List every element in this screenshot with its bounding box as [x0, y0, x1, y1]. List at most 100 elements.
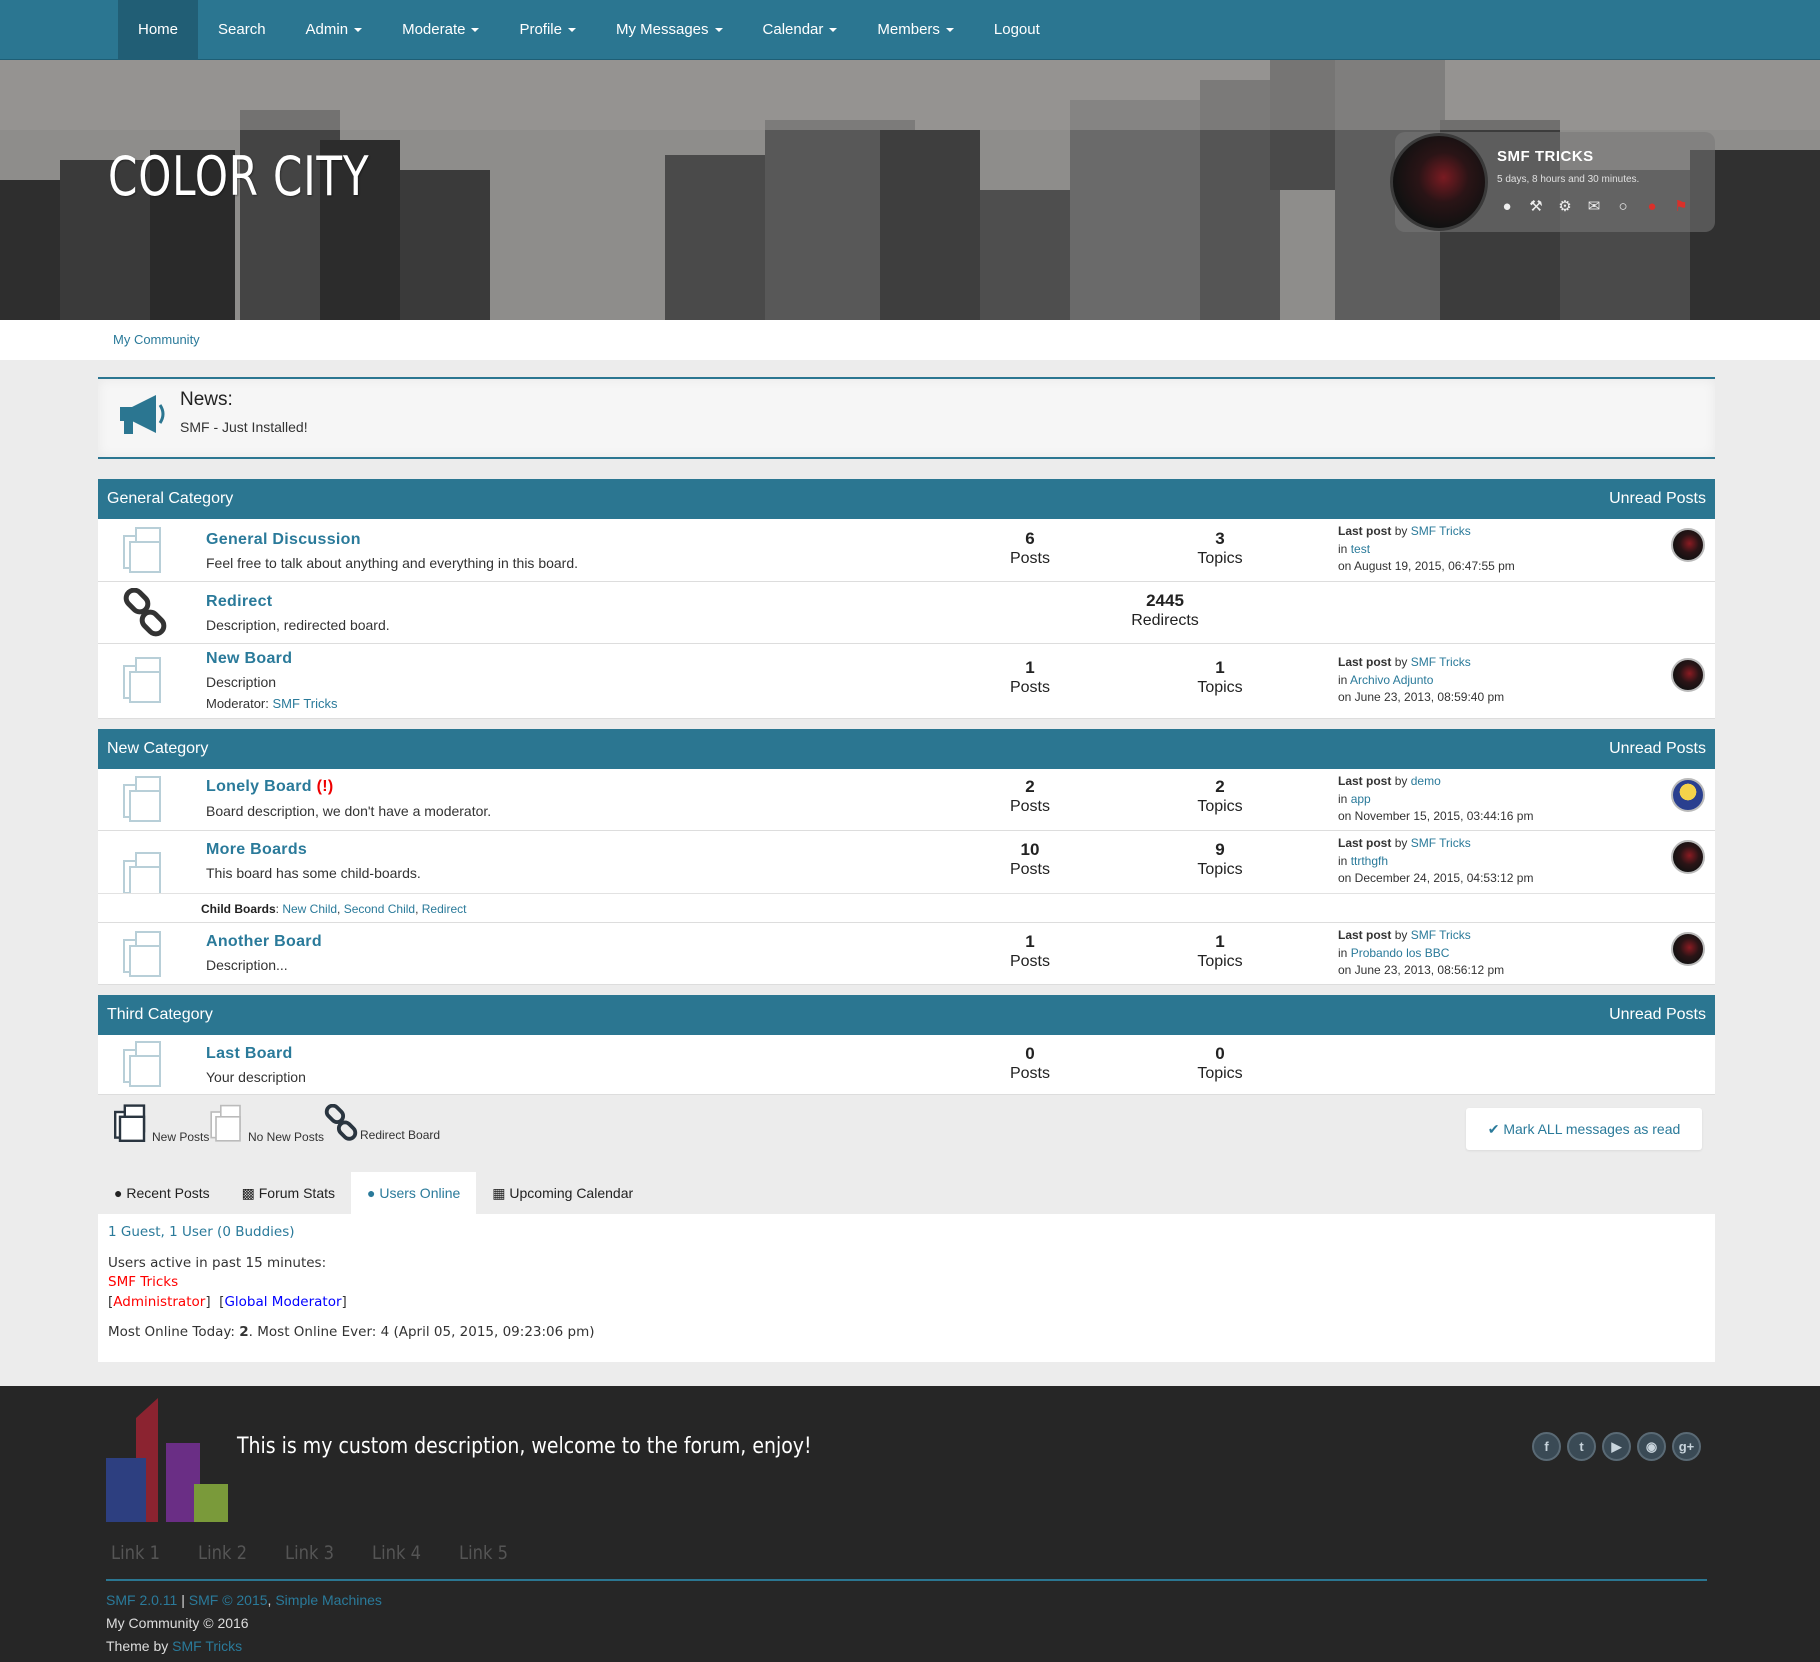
footer-link[interactable]: Link 4: [372, 1542, 421, 1564]
chat-icon[interactable]: ○: [1613, 198, 1633, 216]
smf-copyright-link[interactable]: SMF © 2015: [189, 1592, 268, 1608]
flag-icon[interactable]: ⚑: [1671, 198, 1691, 216]
last-post-user-link[interactable]: SMF Tricks: [1411, 928, 1471, 942]
unread-posts-link[interactable]: Unread Posts: [1609, 1006, 1706, 1024]
moderator-link[interactable]: SMF Tricks: [273, 696, 338, 711]
facebook-icon[interactable]: f: [1532, 1432, 1561, 1461]
last-poster-avatar[interactable]: [1671, 840, 1705, 874]
nav-my-messages[interactable]: My Messages: [596, 0, 743, 60]
site-title[interactable]: COLOR CITY: [108, 145, 369, 208]
topics-label: Topics: [1197, 679, 1243, 696]
nav-logout[interactable]: Logout: [974, 0, 1060, 60]
tab-forum-stats[interactable]: ▩ Forum Stats: [226, 1172, 351, 1214]
mark-all-read-label: Mark ALL messages as read: [1503, 1121, 1681, 1137]
category-name[interactable]: General Category: [107, 490, 233, 508]
child-board-link[interactable]: Redirect: [422, 902, 467, 916]
last-post-user-link[interactable]: demo: [1411, 774, 1441, 788]
last-post-topic-link[interactable]: Probando los BBC: [1351, 946, 1450, 960]
footer-link[interactable]: Link 5: [459, 1542, 508, 1564]
no-new-posts-icon: [123, 931, 161, 977]
last-post-in: in: [1338, 853, 1348, 868]
last-poster-avatar[interactable]: [1671, 658, 1705, 692]
last-post-topic-link[interactable]: app: [1351, 792, 1371, 806]
last-post-in: in: [1338, 541, 1348, 556]
child-board-link[interactable]: Second Child: [344, 902, 415, 916]
board-description: Feel free to talk about anything and eve…: [206, 555, 579, 571]
board-name[interactable]: General Discussion: [206, 531, 361, 549]
mark-all-read-button[interactable]: ✔ Mark ALL messages as read: [1466, 1108, 1702, 1150]
last-post-user-link[interactable]: SMF Tricks: [1411, 524, 1471, 538]
tab-forum-stats-label: Forum Stats: [258, 1185, 335, 1201]
last-post-info: Last post by SMF Tricks in Archivo Adjun…: [1338, 654, 1504, 707]
board-name[interactable]: More Boards: [206, 841, 307, 859]
last-poster-avatar[interactable]: [1671, 932, 1705, 966]
board-row-more-boards: More Boards This board has some child-bo…: [98, 831, 1715, 898]
profile-icon[interactable]: ●: [1497, 198, 1517, 216]
nav-search[interactable]: Search: [198, 0, 286, 60]
messages-icon[interactable]: ✉: [1584, 198, 1604, 216]
youtube-icon[interactable]: ▶: [1602, 1432, 1631, 1461]
board-name[interactable]: New Board: [206, 650, 292, 668]
bar-chart-icon: ▩: [241, 1185, 255, 1201]
online-summary-link[interactable]: 1 Guest, 1 User (0 Buddies): [108, 1224, 295, 1240]
members-icon[interactable]: ●: [1642, 198, 1662, 216]
board-name[interactable]: Another Board: [206, 933, 322, 951]
category-name[interactable]: New Category: [107, 740, 208, 758]
nav-home[interactable]: Home: [118, 0, 199, 60]
twitter-icon[interactable]: t: [1567, 1432, 1596, 1461]
last-poster-avatar[interactable]: [1671, 778, 1705, 812]
footer-link[interactable]: Link 3: [285, 1542, 334, 1564]
board-row-redirect: Redirect Description, redirected board. …: [98, 582, 1715, 644]
online-user-link[interactable]: SMF Tricks: [108, 1274, 178, 1290]
group-administrator-link[interactable]: Administrator: [113, 1294, 205, 1310]
posts-label: Posts: [1009, 1065, 1050, 1082]
tab-recent-posts[interactable]: ● Recent Posts: [98, 1172, 226, 1214]
nav-moderate[interactable]: Moderate: [382, 0, 499, 60]
tab-users-online[interactable]: ● Users Online: [351, 1172, 477, 1214]
last-post-info: Last post by SMF Tricks in ttrthgfh on D…: [1338, 835, 1533, 888]
no-new-posts-icon: [123, 527, 161, 573]
last-post-topic-link[interactable]: test: [1351, 542, 1370, 556]
last-post-topic-link[interactable]: Archivo Adjunto: [1350, 673, 1433, 687]
board-description: Description, redirected board.: [206, 617, 390, 633]
child-board-link[interactable]: New Child: [282, 902, 337, 916]
topics-count: 1: [1215, 658, 1225, 677]
last-post-user-link[interactable]: SMF Tricks: [1411, 836, 1471, 850]
last-post-user-link[interactable]: SMF Tricks: [1411, 655, 1471, 669]
redirect-link-icon: [324, 1103, 358, 1141]
category-header-general: General Category Unread Posts: [98, 479, 1715, 519]
board-name[interactable]: Last Board: [206, 1045, 293, 1063]
breadcrumb-item-my-community[interactable]: My Community: [113, 332, 200, 347]
footer-link[interactable]: Link 2: [198, 1542, 247, 1564]
google-plus-icon[interactable]: g+: [1672, 1432, 1701, 1461]
nav-profile[interactable]: Profile: [499, 0, 596, 60]
wrench-icon[interactable]: ⚒: [1526, 198, 1546, 216]
category-name[interactable]: Third Category: [107, 1006, 213, 1024]
last-post-label: Last post: [1338, 524, 1392, 538]
tab-upcoming-calendar[interactable]: ▦ Upcoming Calendar: [476, 1172, 649, 1214]
instagram-icon[interactable]: ◉: [1637, 1432, 1666, 1461]
unread-posts-link[interactable]: Unread Posts: [1609, 740, 1706, 758]
smf-version-link[interactable]: SMF 2.0.11: [106, 1592, 177, 1608]
settings-icon[interactable]: ⚙: [1555, 198, 1575, 216]
last-post-by: by: [1394, 655, 1408, 669]
board-name[interactable]: Redirect: [206, 593, 272, 611]
last-post-topic-link[interactable]: ttrthgfh: [1351, 854, 1388, 868]
no-new-posts-icon: [210, 1104, 241, 1142]
board-title: Lonely Board (!): [206, 778, 333, 796]
user-name[interactable]: SMF TRICKS: [1497, 148, 1594, 165]
nav-moderate-label: Moderate: [402, 21, 466, 38]
nav-admin[interactable]: Admin: [286, 0, 383, 60]
group-global-moderator-link[interactable]: Global Moderator: [224, 1294, 341, 1310]
last-post-date: on December 24, 2015, 04:53:12 pm: [1338, 871, 1534, 885]
theme-author-link[interactable]: SMF Tricks: [172, 1638, 242, 1654]
board-name[interactable]: Lonely Board: [206, 778, 312, 795]
footer-link[interactable]: Link 1: [111, 1542, 160, 1564]
nav-members[interactable]: Members: [857, 0, 974, 60]
last-poster-avatar[interactable]: [1671, 528, 1705, 562]
user-avatar[interactable]: [1390, 133, 1488, 231]
board-topics: 0 Topics: [1160, 1043, 1280, 1083]
simple-machines-link[interactable]: Simple Machines: [275, 1592, 382, 1608]
nav-calendar[interactable]: Calendar: [743, 0, 858, 60]
unread-posts-link[interactable]: Unread Posts: [1609, 490, 1706, 508]
